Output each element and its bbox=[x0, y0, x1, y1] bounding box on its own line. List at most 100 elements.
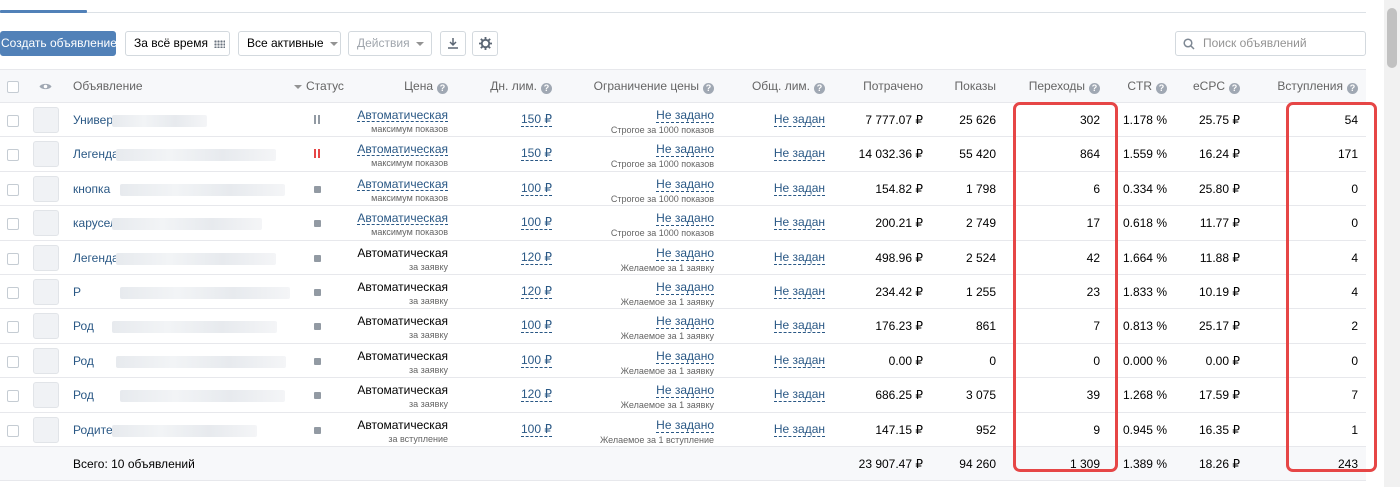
create-ad-button[interactable]: Создать объявление bbox=[0, 31, 117, 56]
total-limit-cell[interactable]: Не задан bbox=[748, 387, 825, 403]
total-limit-link[interactable]: Не задан bbox=[773, 388, 825, 403]
column-daily-limit[interactable]: Дн. лим.? bbox=[480, 70, 552, 103]
total-limit-link[interactable]: Не задан bbox=[773, 250, 825, 265]
daily-limit-link[interactable]: 100 ₽ bbox=[521, 216, 552, 231]
price-cap-cell[interactable]: Не задано Желаемое за 1 заявку bbox=[580, 314, 714, 342]
ad-thumbnail[interactable] bbox=[33, 313, 59, 340]
table-row[interactable]: Универс Автоматическая максимум показов 150… bbox=[0, 103, 1366, 138]
column-ad[interactable]: Объявление bbox=[73, 70, 143, 103]
price-cap-link[interactable]: Не задано bbox=[656, 212, 714, 227]
help-icon[interactable]: ? bbox=[1089, 83, 1100, 94]
total-limit-link[interactable]: Не задан bbox=[773, 147, 825, 162]
daily-limit-link[interactable]: 100 ₽ bbox=[521, 422, 552, 437]
daily-limit-cell[interactable]: 120 ₽ bbox=[486, 387, 552, 403]
scrollbar-thumb[interactable] bbox=[1387, 8, 1397, 68]
column-spent[interactable]: Потрачено bbox=[840, 70, 923, 103]
table-row[interactable]: Род Автоматическая за заявку 100 ₽ Не задано… bbox=[0, 343, 1366, 379]
daily-limit-link[interactable]: 120 ₽ bbox=[521, 388, 552, 403]
ad-name-link[interactable]: Род bbox=[73, 378, 94, 412]
daily-limit-cell[interactable]: 120 ₽ bbox=[486, 250, 552, 265]
price-cap-link[interactable]: Не задано bbox=[656, 315, 714, 330]
price-cap-cell[interactable]: Не задано Строгое за 1000 показов bbox=[580, 211, 714, 239]
daily-limit-cell[interactable]: 100 ₽ bbox=[486, 181, 552, 196]
row-checkbox[interactable] bbox=[7, 115, 19, 127]
column-ctr[interactable]: CTR? bbox=[1110, 70, 1167, 103]
price-cap-link[interactable]: Не задано bbox=[656, 349, 714, 364]
table-row[interactable]: Легенда Автоматическая за заявку 120 ₽ Не за… bbox=[0, 240, 1366, 275]
daily-limit-link[interactable]: 150 ₽ bbox=[521, 113, 552, 127]
ad-thumbnail[interactable] bbox=[33, 175, 59, 202]
period-selector[interactable]: За всё время bbox=[125, 31, 230, 56]
price-cap-cell[interactable]: Не задано Желаемое за 1 вступление bbox=[580, 418, 714, 446]
help-icon[interactable]: ? bbox=[437, 83, 448, 94]
table-row[interactable]: Род Автоматическая за заявку 100 ₽ Не задано… bbox=[0, 309, 1366, 344]
eye-icon[interactable] bbox=[39, 82, 52, 91]
stop-icon[interactable] bbox=[314, 323, 321, 331]
total-limit-cell[interactable]: Не задан bbox=[748, 250, 825, 265]
help-icon[interactable]: ? bbox=[814, 83, 825, 94]
ad-thumbnail[interactable] bbox=[33, 210, 59, 237]
daily-limit-link[interactable]: 100 ₽ bbox=[521, 181, 552, 196]
daily-limit-link[interactable]: 120 ₽ bbox=[521, 250, 552, 265]
table-row[interactable]: Р Автоматическая за заявку 120 ₽ Не задано Же… bbox=[0, 275, 1366, 310]
total-limit-cell[interactable]: Не задан bbox=[748, 181, 825, 196]
column-price[interactable]: Цена? bbox=[380, 70, 448, 103]
daily-limit-cell[interactable]: 100 ₽ bbox=[486, 353, 552, 368]
price-cell[interactable]: Автоматическая максимум показов bbox=[340, 142, 448, 169]
ad-thumbnail[interactable] bbox=[33, 347, 59, 374]
price-cell[interactable]: Автоматическая максимум показов bbox=[340, 108, 448, 135]
price-cap-cell[interactable]: Не задано Желаемое за 1 заявку bbox=[580, 383, 714, 411]
download-button[interactable] bbox=[440, 31, 466, 56]
price-cap-cell[interactable]: Не задано Строгое за 1000 показов bbox=[580, 142, 714, 170]
daily-limit-link[interactable]: 120 ₽ bbox=[521, 285, 552, 299]
ad-thumbnail[interactable] bbox=[33, 382, 59, 409]
pause-icon[interactable] bbox=[313, 115, 321, 125]
total-limit-cell[interactable]: Не задан bbox=[748, 146, 825, 162]
row-checkbox[interactable] bbox=[7, 355, 19, 368]
stop-icon[interactable] bbox=[314, 357, 321, 365]
total-limit-link[interactable]: Не задан bbox=[773, 422, 825, 437]
ad-name-link[interactable]: Легенда bbox=[73, 137, 119, 171]
price-cell[interactable]: Автоматическая максимум показов bbox=[340, 211, 448, 238]
total-limit-link[interactable]: Не задан bbox=[773, 353, 825, 368]
price-cell[interactable]: Автоматическая максимум показов bbox=[340, 177, 448, 204]
table-row[interactable]: Родители Автоматическая за вступление 100 ₽… bbox=[0, 412, 1366, 447]
row-checkbox[interactable] bbox=[7, 390, 19, 403]
help-icon[interactable]: ? bbox=[541, 83, 552, 94]
stop-icon[interactable] bbox=[314, 426, 321, 434]
pause-icon[interactable] bbox=[313, 149, 321, 159]
stop-icon[interactable] bbox=[314, 254, 321, 262]
daily-limit-cell[interactable]: 120 ₽ bbox=[486, 284, 552, 299]
row-checkbox[interactable] bbox=[7, 287, 19, 299]
daily-limit-cell[interactable]: 100 ₽ bbox=[486, 318, 552, 334]
ad-thumbnail[interactable] bbox=[33, 107, 59, 133]
column-total-limit[interactable]: Общ. лим.? bbox=[748, 70, 825, 103]
row-checkbox[interactable] bbox=[7, 252, 19, 265]
total-limit-link[interactable]: Не задан bbox=[773, 113, 825, 127]
row-checkbox[interactable] bbox=[7, 149, 19, 162]
search-input[interactable]: Поиск объявлений bbox=[1175, 31, 1366, 56]
ad-thumbnail[interactable] bbox=[33, 279, 59, 305]
stop-icon[interactable] bbox=[314, 220, 321, 228]
daily-limit-cell[interactable]: 150 ₽ bbox=[486, 146, 552, 162]
column-status[interactable]: Статус bbox=[294, 70, 344, 103]
total-limit-cell[interactable]: Не задан bbox=[748, 353, 825, 368]
price-cap-cell[interactable]: Не задано Желаемое за 1 заявку bbox=[580, 246, 714, 274]
column-ecpc[interactable]: eCPC? bbox=[1180, 70, 1240, 103]
row-checkbox[interactable] bbox=[7, 218, 19, 231]
ad-name-link[interactable]: Легенда bbox=[73, 241, 119, 275]
active-tab-indicator[interactable] bbox=[0, 10, 87, 13]
page-scrollbar[interactable] bbox=[1384, 0, 1400, 487]
price-cap-cell[interactable]: Не задано Строгое за 1000 показов bbox=[580, 108, 714, 136]
daily-limit-link[interactable]: 100 ₽ bbox=[521, 353, 552, 368]
price-cap-link[interactable]: Не задано bbox=[656, 246, 714, 261]
ad-thumbnail[interactable] bbox=[33, 244, 59, 271]
price-cap-link[interactable]: Не задано bbox=[656, 143, 714, 158]
row-checkbox[interactable] bbox=[7, 183, 19, 196]
price-cap-link[interactable]: Не задано bbox=[656, 109, 714, 123]
column-joins[interactable]: Вступления? bbox=[1260, 70, 1358, 103]
stop-icon[interactable] bbox=[314, 392, 321, 400]
settings-button[interactable] bbox=[472, 31, 498, 56]
ad-name-link[interactable]: Род bbox=[73, 344, 94, 378]
help-icon[interactable]: ? bbox=[703, 83, 714, 94]
